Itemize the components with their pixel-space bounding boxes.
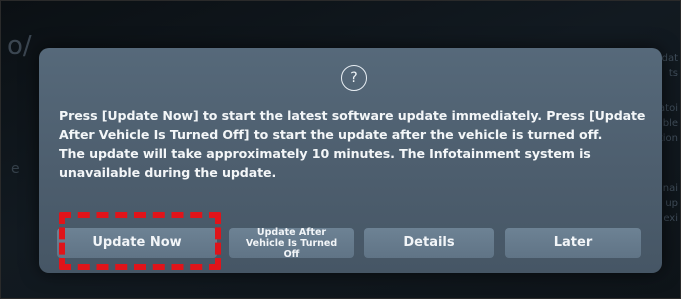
message-instructions: Press [Update Now] to start the latest s…	[59, 108, 646, 142]
update-after-vehicle-off-button[interactable]: Update After Vehicle Is Turned Off	[229, 226, 354, 260]
update-after-label: Update After Vehicle Is Turned Off	[245, 226, 338, 260]
dialog-message: Press [Update Now] to start the latest s…	[59, 106, 649, 182]
details-button[interactable]: Details	[364, 228, 494, 258]
later-button[interactable]: Later	[505, 228, 641, 258]
update-now-highlight	[59, 212, 221, 270]
infotainment-screen: o/ e dat ts atoi able tion nai up d exi ? Pr…	[0, 0, 681, 299]
help-icon[interactable]: ?	[341, 65, 367, 91]
message-duration: The update will take approximately 10 mi…	[59, 146, 591, 180]
background-glyph: o/	[7, 31, 32, 61]
background-glyph: e	[11, 161, 20, 177]
